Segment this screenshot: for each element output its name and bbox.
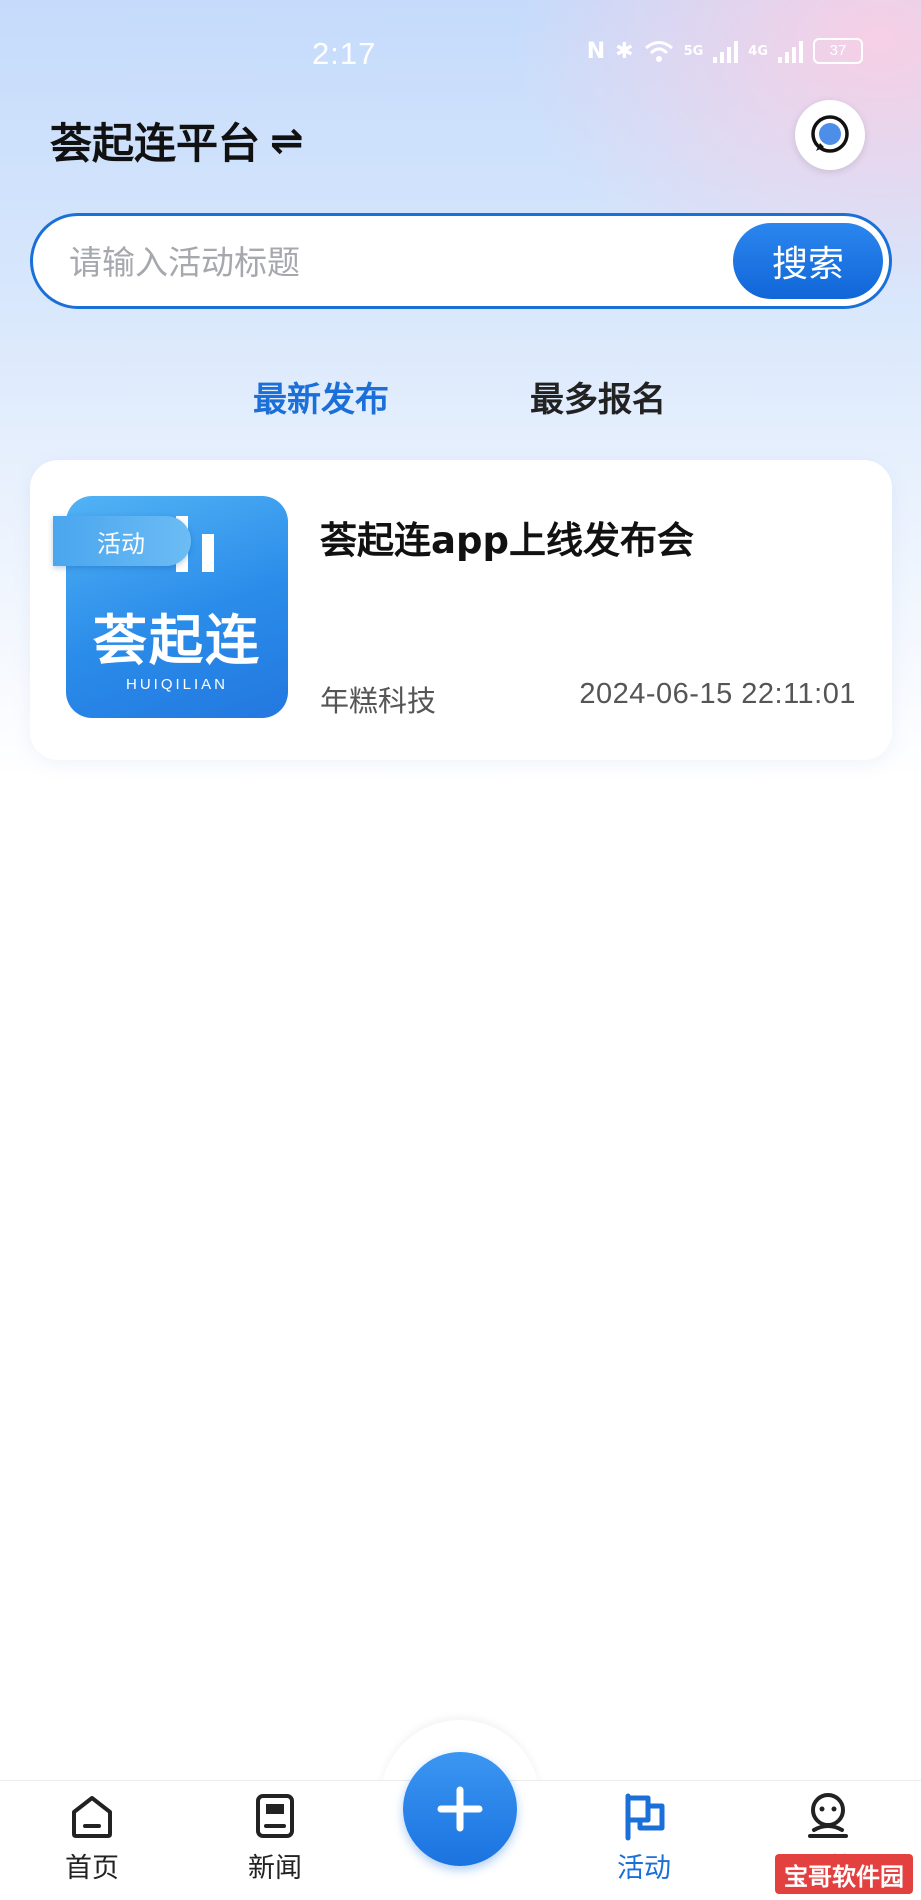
nav-label-news: 新闻 (248, 1853, 302, 1884)
page-title: 荟起连平台 (50, 119, 261, 168)
search-input[interactable] (69, 236, 709, 288)
search-bar: 搜索 (30, 213, 892, 309)
nav-item-home[interactable]: 首页 (32, 1790, 152, 1885)
flag-icon (625, 1793, 665, 1841)
signal-icon-1 (713, 39, 739, 63)
tab-most-registered[interactable]: 最多报名 (530, 372, 666, 421)
activity-title: 荟起连app上线发布会 (320, 519, 694, 562)
news-icon (256, 1794, 294, 1838)
status-icons: N ✱ 5G 4G 37 (587, 38, 863, 64)
nav-label-home: 首页 (65, 1853, 119, 1884)
status-bar: 2:17 N ✱ 5G 4G 37 (0, 0, 921, 110)
network-4g-label: 4G (748, 43, 768, 59)
signal-icon-2 (778, 39, 803, 63)
wifi-icon (644, 41, 673, 62)
platform-switcher[interactable]: 荟起连平台 ⇌ (50, 110, 304, 171)
nfc-icon: N (586, 38, 606, 64)
watermark: 宝哥软件园 (775, 1854, 913, 1894)
search-button[interactable]: 搜索 (733, 223, 883, 299)
chat-bubble-icon (811, 115, 849, 153)
status-time: 2:17 (312, 36, 377, 71)
bluetooth-icon: ✱ (615, 38, 634, 64)
activity-time: 2024-06-15 22:11:01 (579, 678, 856, 710)
add-activity-button[interactable] (403, 1752, 517, 1866)
message-button[interactable] (795, 100, 865, 170)
tab-latest[interactable]: 最新发布 (253, 372, 389, 421)
home-icon (72, 1796, 112, 1838)
nav-label-activity: 活动 (617, 1853, 671, 1884)
nav-item-news[interactable]: 新闻 (215, 1790, 335, 1885)
activity-tag: 活动 (53, 516, 191, 566)
plus-icon (437, 1786, 483, 1832)
activity-organizer: 年糕科技 (320, 684, 437, 718)
nav-item-activity[interactable]: 活动 (584, 1790, 704, 1885)
thumbnail-subtitle: HUIQILIAN (125, 676, 228, 693)
swap-icon: ⇌ (270, 117, 304, 164)
network-5g-label: 5G (683, 43, 704, 59)
thumbnail-logo-text: 荟起连 (93, 609, 261, 672)
battery-icon: 37 (813, 38, 863, 64)
activity-card[interactable]: 荟起连 HUIQILIAN 活动 荟起连app上线发布会 年糕科技 2024-0… (30, 460, 892, 760)
profile-icon (808, 1793, 848, 1838)
